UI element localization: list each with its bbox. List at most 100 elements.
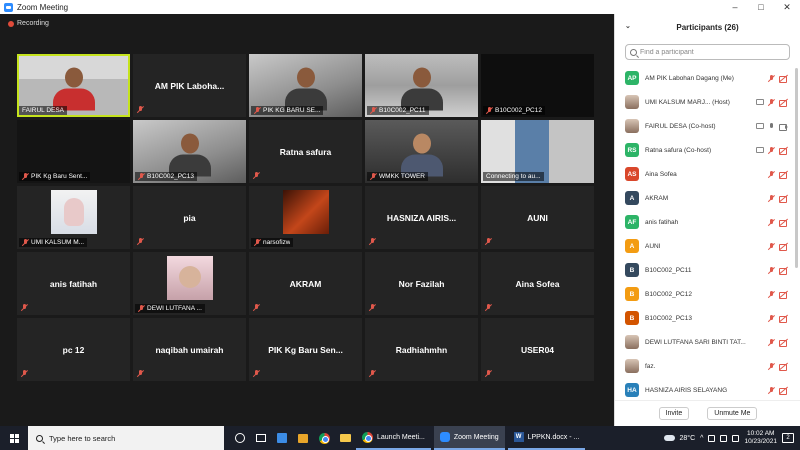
tile-big-name: Ratna safura — [279, 146, 332, 157]
video-tile[interactable]: UMI KALSUM M... — [17, 186, 130, 249]
video-off-icon — [779, 291, 788, 299]
video-off-icon — [779, 195, 788, 203]
word-icon: W — [513, 432, 524, 442]
cortana-button[interactable] — [232, 430, 248, 446]
taskbar-app-word[interactable]: W LPPKN.docx - ... — [507, 426, 586, 450]
recording-indicator[interactable]: Recording — [8, 20, 49, 27]
participant-list: AP AM PIK Labohan Dagang (Me) UMI KALSUM… — [615, 66, 800, 402]
share-screen-icon — [756, 99, 764, 105]
participant-name: faz. — [645, 362, 656, 370]
participant-row[interactable]: HA HASNIZA AIRIS SELAYANG — [615, 378, 800, 402]
keyboard-icon[interactable] — [732, 434, 740, 442]
participant-row[interactable]: B B10C002_PC13 — [615, 306, 800, 330]
video-tile[interactable]: AUNI — [481, 186, 594, 249]
mic-muted-icon — [369, 370, 376, 377]
video-tile[interactable]: anis fatihah — [17, 252, 130, 315]
video-tile[interactable]: AKRAM — [249, 252, 362, 315]
search-icon — [36, 434, 43, 442]
video-tile[interactable]: USER04 — [481, 318, 594, 381]
participant-row[interactable]: A AUNI — [615, 234, 800, 258]
taskbar-app-zoom[interactable]: Zoom Meeting — [433, 426, 505, 450]
participant-name: B10C002_PC12 — [645, 290, 692, 298]
weather-icon[interactable] — [663, 435, 675, 441]
mic-muted-icon — [370, 173, 377, 180]
video-tile[interactable]: B10C002_PC12 — [481, 54, 594, 117]
mic-muted-icon — [254, 239, 261, 246]
participant-list-scrollbar[interactable] — [795, 68, 798, 268]
video-tile[interactable]: B10C002_PC13 — [133, 120, 246, 183]
video-tile[interactable]: pc 12 — [17, 318, 130, 381]
participant-row[interactable]: FAIRUL DESA (Co-host) — [615, 114, 800, 138]
video-tile[interactable]: narsofizw — [249, 186, 362, 249]
video-tile[interactable]: pia — [133, 186, 246, 249]
chevron-up-icon[interactable]: ^ — [700, 435, 703, 442]
participant-row[interactable]: faz. — [615, 354, 800, 378]
participant-video — [168, 133, 211, 177]
close-button[interactable]: ✕ — [774, 2, 800, 13]
participants-panel: ⌄ Participants (26) AP AM PIK Labohan Da… — [614, 14, 800, 426]
mic-muted-icon — [486, 107, 493, 114]
participant-row[interactable]: A AKRAM — [615, 186, 800, 210]
notification-icon[interactable]: 2 — [782, 433, 794, 443]
video-off-icon — [779, 315, 788, 323]
participant-row[interactable]: AS Aina Sofea — [615, 162, 800, 186]
video-tile[interactable]: HASNIZA AIRIS... — [365, 186, 478, 249]
media-button[interactable] — [295, 430, 311, 446]
participant-search[interactable] — [625, 44, 790, 60]
share-screen-icon — [756, 123, 764, 129]
taskbar-search[interactable]: Type here to search — [28, 426, 224, 450]
mic-muted-icon — [253, 172, 260, 179]
participant-row[interactable]: RS Ratna safura (Co-host) — [615, 138, 800, 162]
profile-picture — [282, 190, 329, 234]
video-tile[interactable]: Radhiahmhn — [365, 318, 478, 381]
participant-row[interactable]: AP AM PIK Labohan Dagang (Me) — [615, 66, 800, 90]
participant-name: AKRAM — [645, 194, 669, 202]
invite-button[interactable]: Invite — [658, 407, 690, 420]
video-tile[interactable]: PIK KG BARU SE... — [249, 54, 362, 117]
participant-row[interactable]: B B10C002_PC12 — [615, 282, 800, 306]
video-tile[interactable]: PIK Kg Baru Sent... — [17, 120, 130, 183]
mic-muted-icon — [768, 290, 775, 298]
maximize-button[interactable]: □ — [748, 2, 774, 12]
video-tile[interactable]: PIK Kg Baru Sen... — [249, 318, 362, 381]
participant-video — [52, 67, 95, 111]
chrome-button[interactable] — [316, 430, 332, 446]
participant-row[interactable]: AF anis fatihah — [615, 210, 800, 234]
participant-row[interactable]: B B10C002_PC11 — [615, 258, 800, 282]
participant-avatar: A — [625, 191, 639, 205]
participant-name: Ratna safura (Co-host) — [645, 146, 712, 154]
participant-search-input[interactable] — [640, 48, 780, 56]
video-tile[interactable]: WMKK TOWER — [365, 120, 478, 183]
unmute-me-button[interactable]: Unmute Me — [707, 407, 758, 420]
taskbar-app-label: Zoom Meeting — [453, 433, 499, 441]
video-tile[interactable]: Ratna safura — [249, 120, 362, 183]
network-icon[interactable] — [708, 434, 716, 442]
participant-avatar: B — [625, 263, 639, 277]
task-view-button[interactable] — [253, 430, 269, 446]
start-button[interactable] — [0, 426, 28, 450]
volume-icon[interactable] — [720, 434, 728, 442]
video-tile[interactable]: Nor Fazilah — [365, 252, 478, 315]
store-icon — [277, 433, 287, 443]
participants-title: Participants (26) — [676, 22, 739, 32]
video-tile[interactable]: AM PIK Laboha... — [133, 54, 246, 117]
temperature[interactable]: 28°C — [680, 435, 696, 442]
video-tile[interactable]: naqibah umairah — [133, 318, 246, 381]
video-tile[interactable]: Aina Sofea — [481, 252, 594, 315]
video-tile[interactable]: DEWI LUTFANA ... — [133, 252, 246, 315]
file-explorer-button[interactable] — [337, 430, 353, 446]
video-tile[interactable]: Connecting to au... — [481, 120, 594, 183]
mic-muted-icon — [485, 238, 492, 245]
taskbar-app-chrome[interactable]: Launch Meeti... — [356, 426, 431, 450]
search-icon — [630, 48, 637, 56]
participant-name: B10C002_PC13 — [645, 314, 692, 322]
clock[interactable]: 10:02 AM 10/23/2021 — [744, 430, 777, 446]
video-tile[interactable]: B10C002_PC11 — [365, 54, 478, 117]
video-tile[interactable]: FAIRUL DESA — [17, 54, 130, 117]
minimize-button[interactable]: – — [722, 2, 748, 12]
participant-row[interactable]: UMI KALSUM MARJ... (Host) — [615, 90, 800, 114]
chevron-down-icon[interactable]: ⌄ — [625, 22, 631, 30]
participant-row[interactable]: DEWI LUTFANA SARI BINTI TAT... — [615, 330, 800, 354]
tile-name: UMI KALSUM M... — [31, 239, 85, 246]
store-button[interactable] — [274, 430, 290, 446]
